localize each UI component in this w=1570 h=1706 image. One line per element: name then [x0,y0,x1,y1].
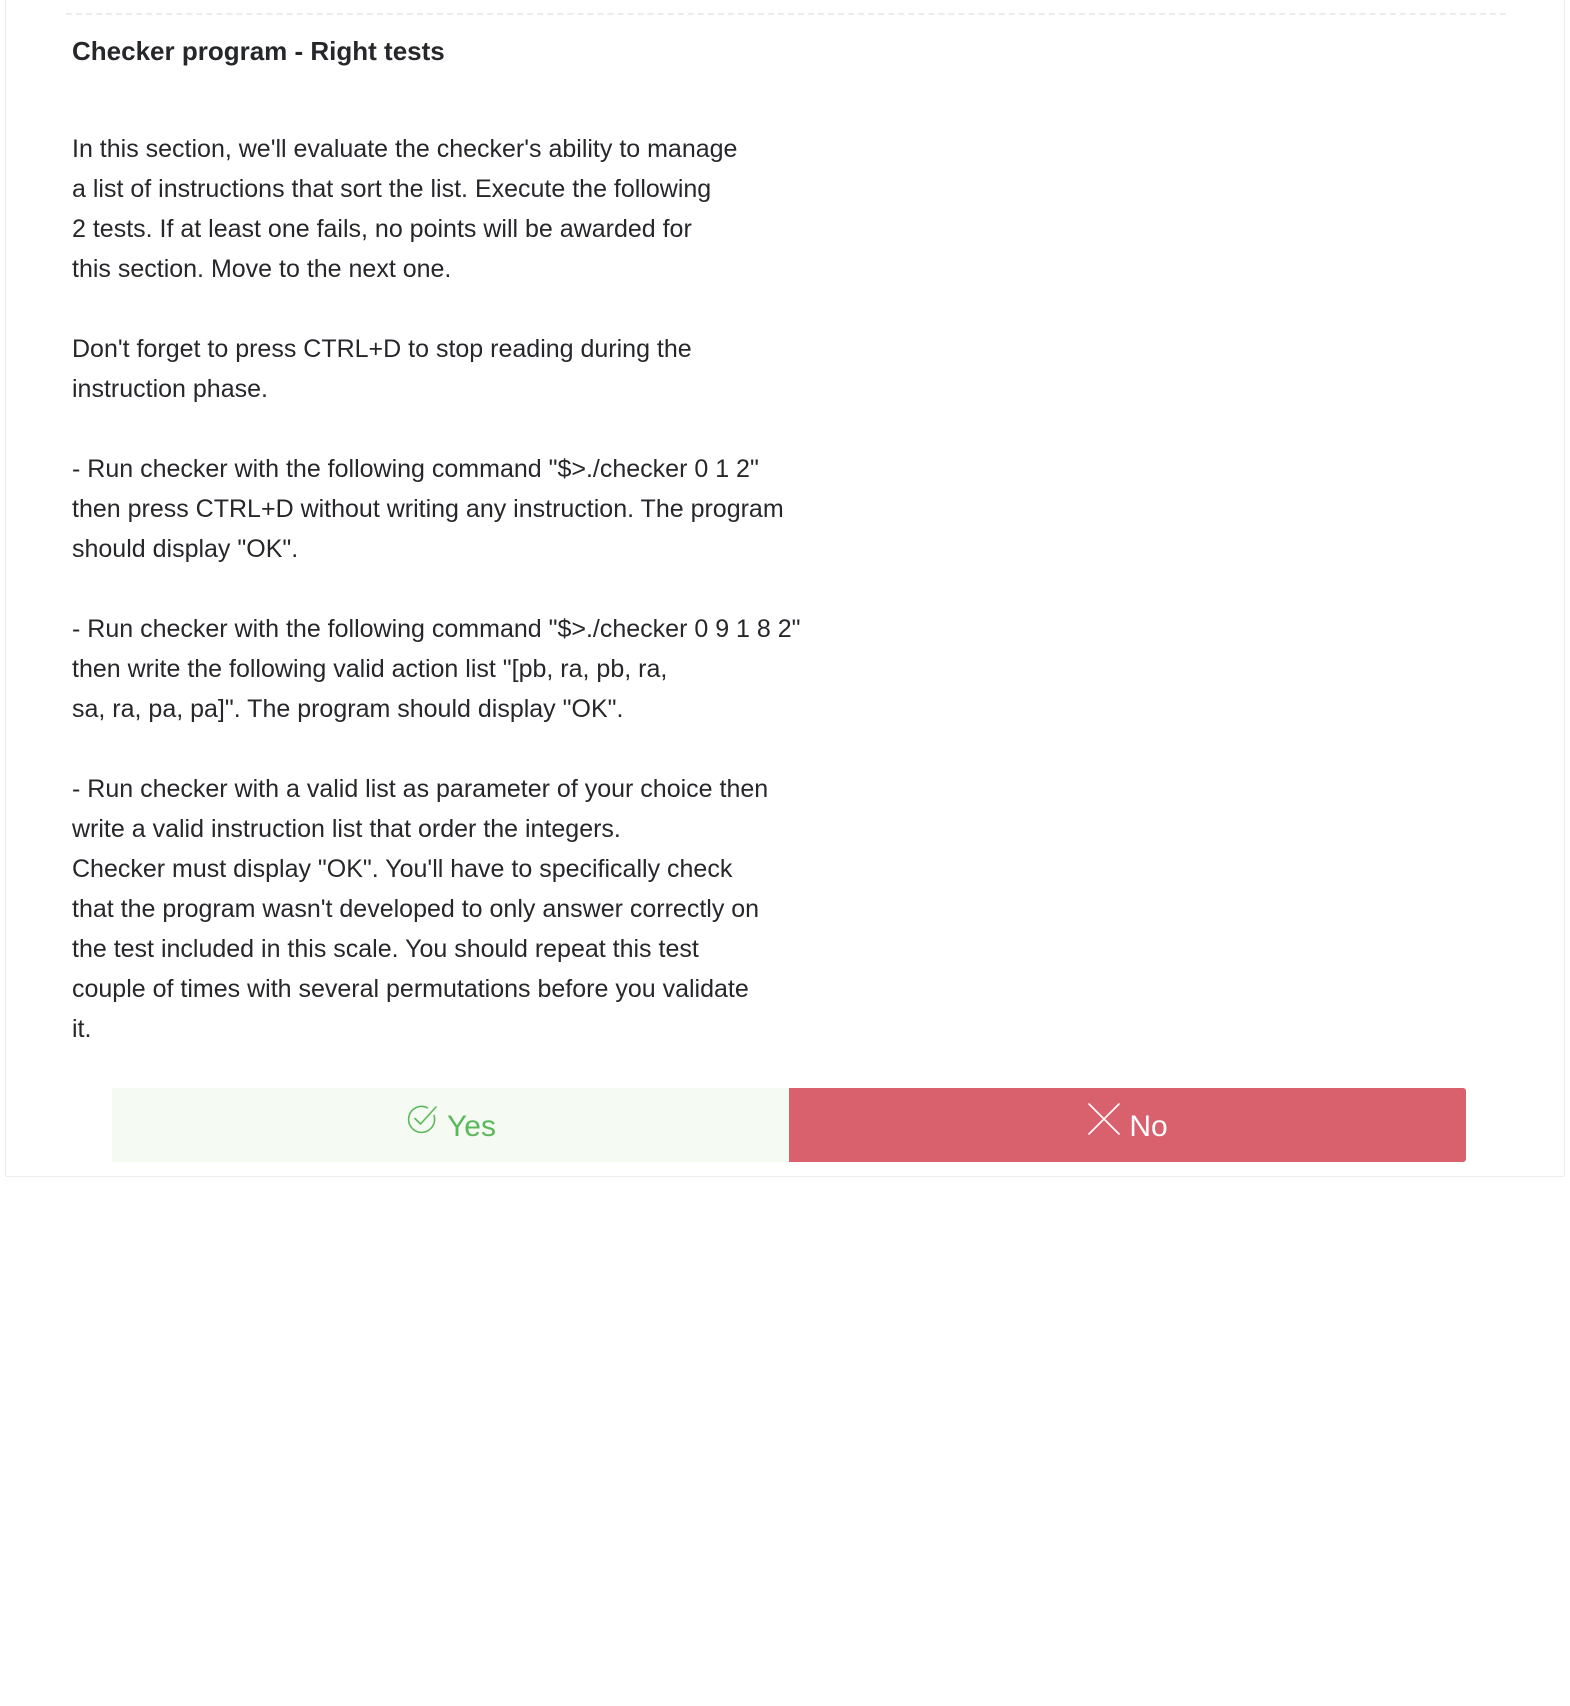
no-button-label: No [1129,1110,1168,1143]
description-paragraph: Don't forget to press CTRL+D to stop rea… [72,329,812,409]
description-line: couple of times with several permutation… [72,975,749,1003]
description-paragraph: In this section, we'll evaluate the chec… [72,129,812,289]
section-divider [66,13,1506,15]
description-line: the test included in this scale. You sho… [72,935,699,963]
description-line: In this section, we'll evaluate the chec… [72,135,738,163]
check-circle-icon [405,1102,439,1136]
close-icon [1087,1102,1121,1136]
description-line: instruction phase. [72,375,268,403]
description-line: - Run checker with the following command… [72,615,801,643]
description-line: a list of instructions that sort the lis… [72,175,712,203]
description-line: 2 tests. If at least one fails, no point… [72,215,692,243]
no-button[interactable]: No [789,1088,1466,1162]
yes-button-label: Yes [447,1110,496,1143]
description-line: Checker must display "OK". You'll have t… [72,855,733,883]
description-line: write a valid instruction list that orde… [72,815,621,843]
description-paragraph: - Run checker with the following command… [72,609,812,729]
yes-button[interactable]: Yes [112,1088,789,1162]
description-line: sa, ra, pa, pa]". The program should dis… [72,695,624,723]
description-line: then press CTRL+D without writing any in… [72,495,784,523]
description-line: - Run checker with the following command… [72,455,759,483]
section-title: Checker program - Right tests [72,36,445,66]
description-paragraph: - Run checker with a valid list as param… [72,769,812,1049]
description-line: this section. Move to the next one. [72,255,452,283]
description-line: Don't forget to press CTRL+D to stop rea… [72,335,692,363]
description-line: - Run checker with a valid list as param… [72,775,769,803]
description-line: should display "OK". [72,535,299,563]
description-paragraph: - Run checker with the following command… [72,449,812,569]
evaluation-section-card: Checker program - Right tests In this se… [6,0,1564,1176]
section-description: In this section, we'll evaluate the chec… [72,129,812,1089]
description-line: it. [72,1015,92,1043]
description-line: that the program wasn't developed to onl… [72,895,760,923]
description-line: then write the following valid action li… [72,655,668,683]
answer-button-group: Yes No [112,1088,1466,1162]
